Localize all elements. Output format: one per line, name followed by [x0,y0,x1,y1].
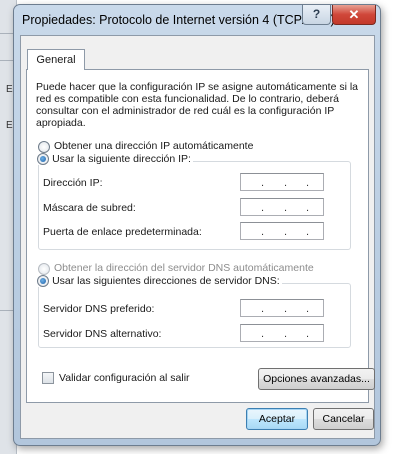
dns-auto-radio[interactable] [38,263,50,275]
preferred-dns-field[interactable]: ... [240,299,324,317]
ok-button[interactable]: Aceptar [246,408,308,430]
background-text: E [6,84,13,95]
window-title: Propiedades: Protocolo de Internet versi… [22,13,335,27]
title-bar[interactable]: Propiedades: Protocolo de Internet versi… [14,5,380,33]
ip-auto-radio[interactable] [38,141,50,153]
ip-address-field[interactable]: ... [240,173,324,191]
subnet-mask-field[interactable]: ... [240,198,324,216]
general-tab-panel: Puede hacer que la configuración IP se a… [26,69,375,403]
dns-auto-label[interactable]: Obtener la dirección del servidor DNS au… [54,262,314,274]
alternate-dns-label: Servidor DNS alternativo: [43,328,162,340]
subnet-mask-label: Máscara de subred: [43,202,136,214]
cancel-button[interactable]: Cancelar [313,408,374,430]
dns-manual-group-header: Usar las siguientes direcciones de servi… [35,275,282,288]
dialog-client-area: General Puede hacer que la configuración… [20,35,375,439]
ip-auto-label[interactable]: Obtener una dirección IP automáticamente [54,140,253,152]
validate-checkbox[interactable] [42,372,54,384]
default-gateway-field[interactable]: ... [240,222,324,240]
description-text: Puede hacer que la configuración IP se a… [36,81,359,129]
dns-manual-label[interactable]: Usar las siguientes direcciones de servi… [52,275,280,287]
help-button[interactable]: ? [302,5,331,25]
dns-manual-radio[interactable] [37,275,49,288]
background-text: E [6,120,13,131]
preferred-dns-label: Servidor DNS preferido: [43,303,155,315]
advanced-options-button[interactable]: Opciones avanzadas... [258,368,375,390]
ip-manual-label[interactable]: Usar la siguiente dirección IP: [52,153,191,165]
tcpip-properties-dialog: Propiedades: Protocolo de Internet versi… [13,4,381,446]
tab-general[interactable]: General [27,49,85,70]
close-icon: ✕ [348,7,360,22]
question-mark-icon: ? [312,7,321,21]
ip-address-label: Dirección IP: [43,177,103,189]
ip-manual-group-header: Usar la siguiente dirección IP: [35,153,193,166]
close-button[interactable]: ✕ [332,5,376,25]
alternate-dns-field[interactable]: ... [240,324,324,342]
validate-label[interactable]: Validar configuración al salir [59,372,190,384]
ip-manual-radio[interactable] [37,153,49,166]
default-gateway-label: Puerta de enlace predeterminada: [43,226,202,238]
